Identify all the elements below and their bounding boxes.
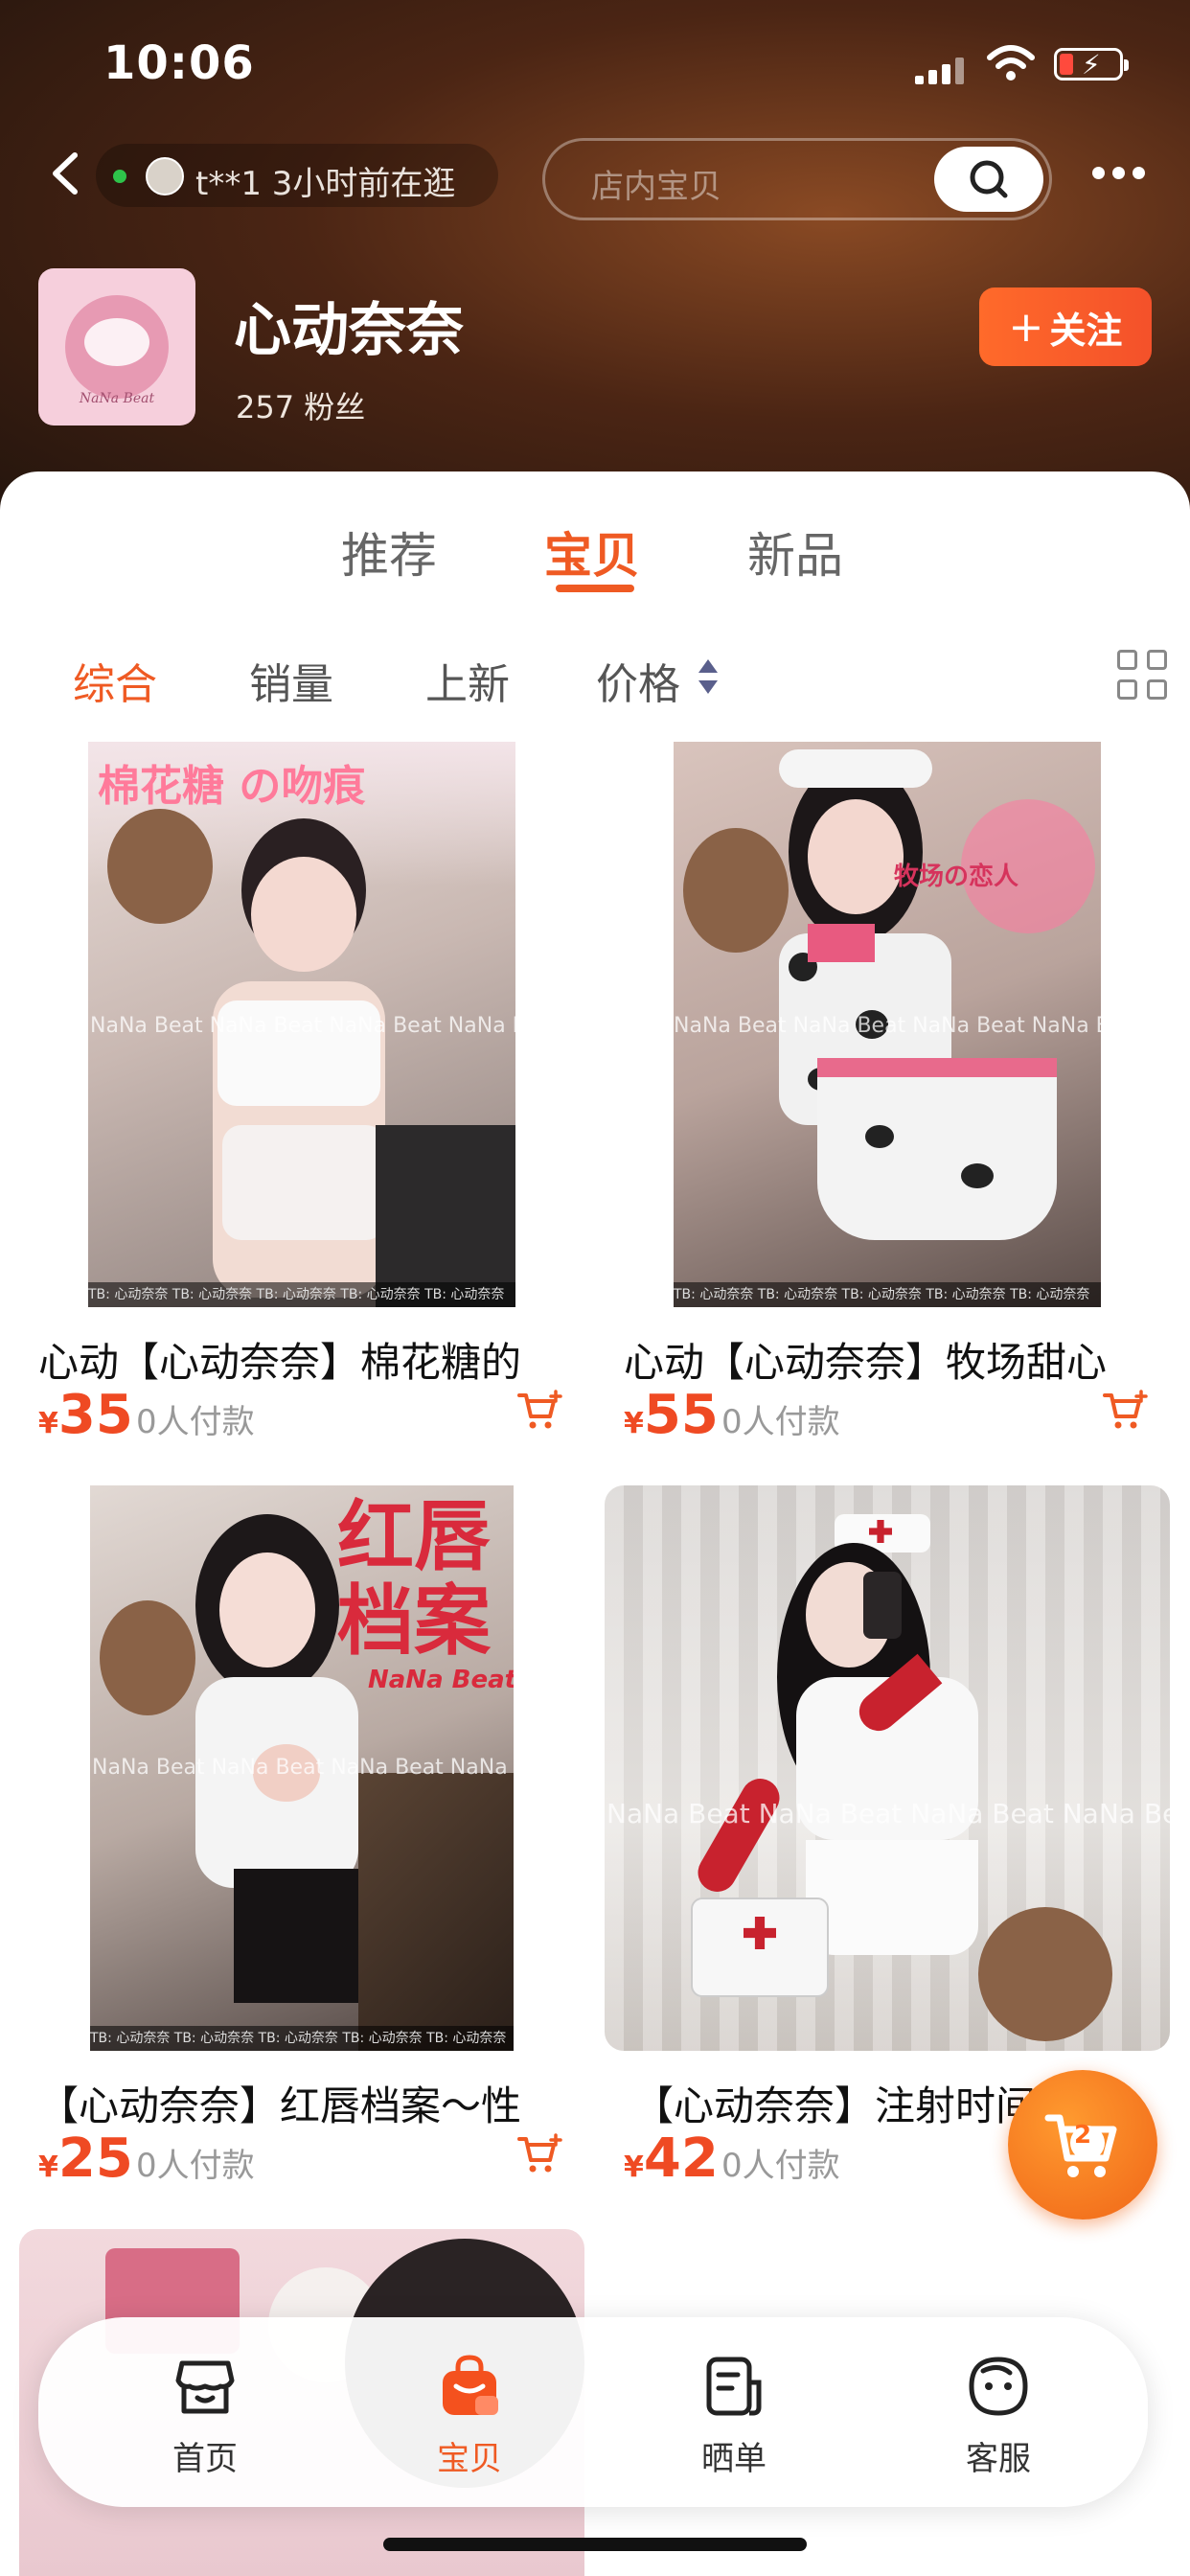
nav-home[interactable]: 首页	[119, 2354, 291, 2488]
more-icon[interactable]	[1092, 167, 1146, 180]
wifi-icon	[987, 45, 1035, 80]
tab-items[interactable]: 宝贝	[544, 518, 640, 586]
product-overlay-text: 棉花糖 の吻痕	[98, 762, 366, 811]
price-currency: ¥	[38, 1407, 58, 1440]
product-tb-strip: TB: 心动奈奈 TB: 心动奈奈 TB: 心动奈奈 TB: 心动奈奈 TB: …	[88, 1282, 515, 1307]
product-watermark: NaNa Beat NaNa Beat NaNa Beat NaNa Beat	[92, 1756, 514, 1780]
battery-icon: ⚡	[1054, 48, 1129, 80]
product-watermark: NaNa Beat NaNa Beat NaNa Beat NaNa Beat	[90, 1014, 515, 1038]
product-tb-strip: TB: 心动奈奈 TB: 心动奈奈 TB: 心动奈奈 TB: 心动奈奈 TB: …	[90, 2026, 514, 2051]
price-value: 55	[643, 1384, 719, 1446]
product-card[interactable]: 红唇 档案 NaNa Beat NaNa Beat NaNa Beat NaNa…	[0, 1485, 595, 2214]
product-title[interactable]: 心动【心动奈奈】牧场甜心	[624, 1330, 1170, 1389]
add-to-cart-icon[interactable]	[1103, 1390, 1149, 1432]
visitor-avatar	[146, 157, 184, 196]
product-watermark: NaNa Beat NaNa Beat NaNa Beat NaNa Beat	[606, 1798, 1170, 1829]
tab-active-indicator	[556, 585, 634, 592]
online-dot	[113, 170, 126, 183]
shop-logo-text: NaNa Beat	[79, 391, 155, 406]
price-value: 25	[57, 2128, 133, 2190]
visitor-text: t**1 3小时前在逛	[195, 165, 456, 203]
follow-label: 关注	[1049, 309, 1123, 352]
follow-button[interactable]: + 关注	[979, 288, 1152, 366]
shop-name: 心动奈奈	[234, 297, 464, 364]
paid-count: 0人付款	[136, 2147, 255, 2185]
tab-recommend[interactable]: 推荐	[341, 518, 437, 586]
price-currency: ¥	[624, 1407, 644, 1440]
product-image[interactable]: NaNa Beat NaNa Beat NaNa Beat NaNa Beat	[605, 1485, 1170, 2051]
product-title[interactable]: 【心动奈奈】红唇档案～性	[38, 2074, 575, 2132]
shop-logo[interactable]: NaNa Beat	[38, 268, 195, 426]
cart-button[interactable]: 2	[1008, 2070, 1157, 2220]
product-price: ¥25	[38, 2128, 133, 2190]
price-value: 35	[57, 1384, 133, 1446]
shop-icon	[175, 2360, 235, 2414]
nav-reviews[interactable]: 晒单	[648, 2354, 820, 2488]
nav-items-label: 宝贝	[437, 2440, 502, 2478]
paid-count: 0人付款	[136, 1403, 255, 1441]
product-price: ¥55	[624, 1384, 719, 1446]
product-title[interactable]: 心动【心动奈奈】棉花糖的	[38, 1330, 575, 1389]
add-to-cart-icon[interactable]	[517, 2133, 563, 2175]
product-price: ¥42	[624, 2128, 719, 2190]
tab-new[interactable]: 新品	[747, 518, 843, 586]
home-indicator	[383, 2538, 807, 2551]
content-panel: 推荐 宝贝 新品 综合 销量 上新 价格 棉花糖 の吻痕 NaNa Beat N	[0, 472, 1190, 2576]
paid-count: 0人付款	[721, 2147, 840, 2185]
shop-tabs: 推荐 宝贝 新品	[0, 472, 1190, 596]
search-placeholder: 店内宝贝	[591, 168, 721, 206]
sort-price[interactable]: 价格	[596, 650, 680, 711]
price-currency: ¥	[624, 2150, 644, 2184]
visitor-pill[interactable]: t**1 3小时前在逛	[96, 144, 498, 207]
service-icon	[969, 2357, 1028, 2416]
add-to-cart-icon[interactable]	[517, 1390, 563, 1432]
product-overlay-subtext: NaNa Beat	[368, 1666, 514, 1694]
search-icon	[970, 160, 1008, 198]
sort-row: 综合 销量 上新 价格	[0, 640, 1190, 709]
price-currency: ¥	[38, 2150, 58, 2184]
grid-view-icon[interactable]	[1117, 650, 1169, 702]
top-nav: t**1 3小时前在逛 店内宝贝	[0, 134, 1190, 220]
sort-arrows-icon	[698, 659, 718, 694]
product-overlay-text: 红唇 档案	[337, 1492, 491, 1666]
cart-count-badge: 2	[1073, 2121, 1092, 2150]
product-watermark: NaNa Beat NaNa Beat NaNa Beat NaNa Beat	[674, 1014, 1101, 1038]
status-time: 10:06	[103, 36, 255, 90]
plus-icon: +	[1008, 302, 1044, 352]
product-overlay-text: 牧场の恋人	[894, 862, 1019, 891]
store-search-input[interactable]: 店内宝贝	[542, 138, 1052, 220]
sort-comprehensive[interactable]: 综合	[73, 650, 157, 711]
nav-home-label: 首页	[172, 2440, 238, 2478]
product-card[interactable]: 牧场の恋人 NaNa Beat NaNa Beat NaNa Beat NaNa…	[595, 742, 1190, 1470]
sort-sales[interactable]: 销量	[249, 650, 333, 711]
product-image[interactable]: 牧场の恋人 NaNa Beat NaNa Beat NaNa Beat NaNa…	[674, 742, 1101, 1307]
fans-count: 257 粉丝	[236, 389, 366, 426]
bottom-nav: 首页 宝贝 晒单 客服	[38, 2317, 1148, 2507]
status-bar: 10:06 ⚡	[0, 0, 1190, 115]
note-icon	[706, 2357, 762, 2416]
price-value: 42	[643, 2128, 719, 2190]
sort-newest[interactable]: 上新	[425, 650, 510, 711]
product-tb-strip: TB: 心动奈奈 TB: 心动奈奈 TB: 心动奈奈 TB: 心动奈奈 TB: …	[674, 1282, 1101, 1307]
nav-reviews-label: 晒单	[701, 2440, 767, 2478]
product-price: ¥35	[38, 1384, 133, 1446]
search-button[interactable]	[934, 147, 1043, 212]
back-icon[interactable]	[46, 150, 84, 197]
bag-icon	[443, 2355, 498, 2415]
nav-service[interactable]: 客服	[912, 2354, 1085, 2488]
product-image[interactable]: 棉花糖 の吻痕 NaNa Beat NaNa Beat NaNa Beat Na…	[88, 742, 515, 1307]
nav-service-label: 客服	[966, 2440, 1031, 2478]
product-image[interactable]: 红唇 档案 NaNa Beat NaNa Beat NaNa Beat NaNa…	[90, 1485, 514, 2051]
paid-count: 0人付款	[721, 1403, 840, 1441]
signal-icon	[915, 58, 965, 84]
product-card[interactable]: 棉花糖 の吻痕 NaNa Beat NaNa Beat NaNa Beat Na…	[0, 742, 595, 1470]
nav-items[interactable]: 宝贝	[383, 2354, 556, 2488]
